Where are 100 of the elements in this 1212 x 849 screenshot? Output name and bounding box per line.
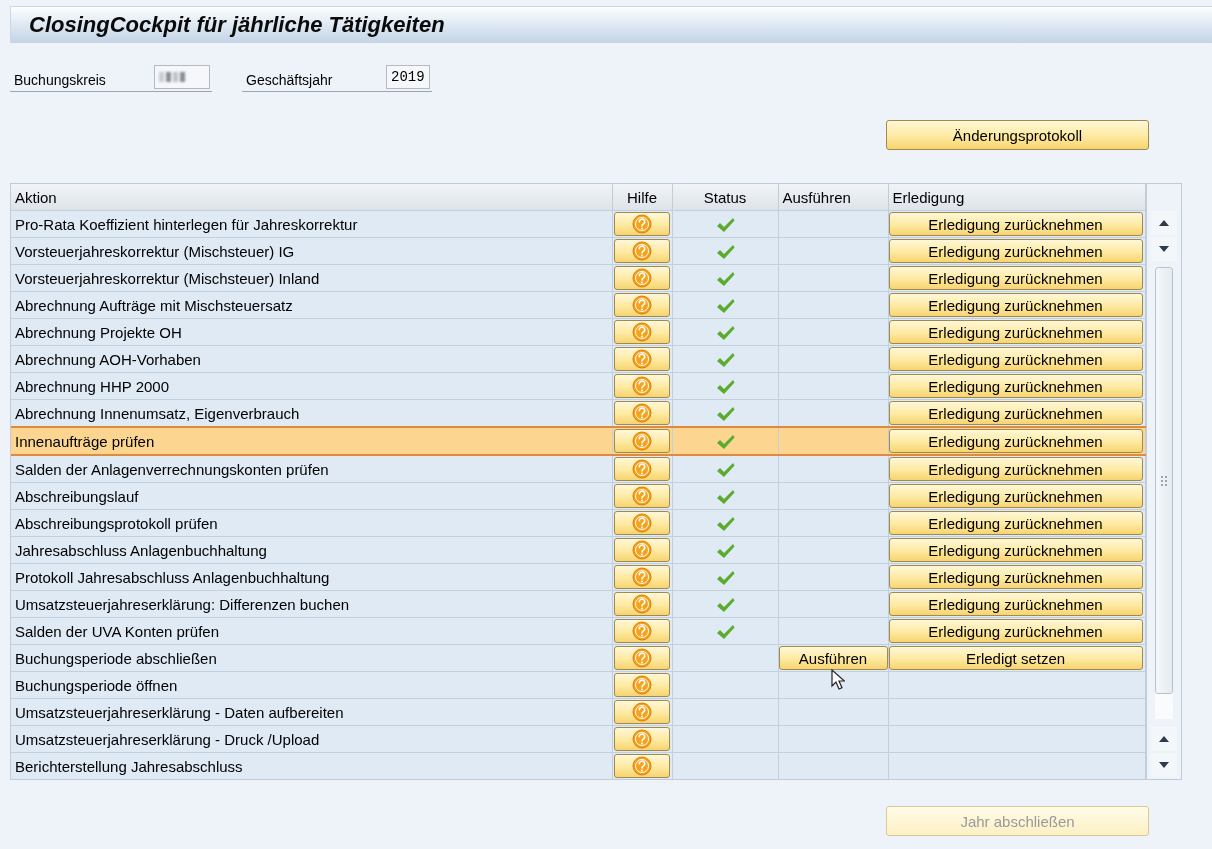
action-cell: Abrechnung Aufträge mit Mischsteuersatz xyxy=(11,291,612,319)
table-row[interactable]: Innenaufträge prüfen Erledigung zurücknehmen xyxy=(11,427,1145,455)
help-button[interactable] xyxy=(613,266,670,290)
input-field[interactable] xyxy=(154,65,210,89)
scroll-up-button[interactable] xyxy=(1150,211,1177,235)
table-row[interactable]: Vorsteuerjahreskorrektur (Mischsteuer) Inland Erledigung zurücknehmen xyxy=(11,264,1145,292)
completion-button[interactable]: Erledigung zurücknehmen xyxy=(888,212,1143,236)
help-button[interactable] xyxy=(613,293,670,317)
help-icon xyxy=(631,295,652,315)
completion-button[interactable]: Erledigung zurücknehmen xyxy=(888,293,1143,317)
field-label: Buchungskreis xyxy=(13,72,107,90)
help-icon xyxy=(631,322,652,342)
action-cell: Umsatzsteuerjahreserklärung - Daten aufbereiten xyxy=(11,698,612,726)
scrollbar-thumb[interactable] xyxy=(1154,267,1173,694)
change-log-button[interactable]: Änderungsprotokoll xyxy=(886,120,1149,150)
help-button[interactable] xyxy=(613,401,670,425)
help-icon xyxy=(631,349,652,369)
table-row[interactable]: Abrechnung AOH-Vorhaben Erledigung zurücknehmen xyxy=(11,345,1145,373)
table-row[interactable]: Salden der UVA Konten prüfen Erledigung zurücknehmen xyxy=(11,617,1145,645)
table-row[interactable]: Vorsteuerjahreskorrektur (Mischsteuer) IG Erledigung zurücknehmen xyxy=(11,237,1145,265)
blurred-value-drawing xyxy=(159,72,185,82)
help-button[interactable] xyxy=(613,347,670,371)
help-button[interactable] xyxy=(613,754,670,778)
scroll-up-button[interactable] xyxy=(1150,727,1177,751)
table-row[interactable]: Pro-Rata Koeffizient hinterlegen für Jahreskorrektur Erledigung zurücknehmen xyxy=(11,210,1145,238)
column-header: Ausführen xyxy=(778,184,888,211)
table-row[interactable]: Buchungsperiode öffnen xyxy=(11,671,1145,699)
action-cell: Innenaufträge prüfen xyxy=(11,427,612,455)
completion-button[interactable]: Erledigung zurücknehmen xyxy=(888,538,1143,562)
help-icon xyxy=(631,459,652,479)
help-button[interactable] xyxy=(613,212,670,236)
table-row[interactable]: Abrechnung Aufträge mit Mischsteuersatz Erledigung zurücknehmen xyxy=(11,291,1145,319)
completion-button[interactable]: Erledigung zurücknehmen xyxy=(888,565,1143,589)
table-row[interactable]: Abrechnung HHP 2000 Erledigung zurücknehmen xyxy=(11,372,1145,400)
table-row[interactable]: Umsatzsteuerjahreserklärung - Druck /Upload xyxy=(11,725,1145,753)
completion-button[interactable]: Erledigung zurücknehmen xyxy=(888,484,1143,508)
help-icon xyxy=(631,268,652,288)
help-button[interactable] xyxy=(613,700,670,724)
table-row[interactable]: Protokoll Jahresabschluss Anlagenbuchhaltung Erledigung zurücknehmen xyxy=(11,563,1145,591)
action-cell: Protokoll Jahresabschluss Anlagenbuchhaltung xyxy=(11,563,612,591)
help-icon xyxy=(631,540,652,560)
help-button[interactable] xyxy=(613,565,670,589)
completion-button[interactable]: Erledigung zurücknehmen xyxy=(888,429,1143,453)
help-button[interactable] xyxy=(613,646,670,670)
down-arrow-icon xyxy=(1158,762,1169,768)
help-button[interactable] xyxy=(613,538,670,562)
table-row[interactable]: Abrechnung Innenumsatz, Eigenverbrauch Erledigung zurücknehmen xyxy=(11,399,1145,427)
help-button[interactable] xyxy=(613,511,670,535)
help-button[interactable] xyxy=(613,673,670,697)
up-arrow-icon xyxy=(1158,736,1169,742)
action-cell: Abrechnung Projekte OH xyxy=(11,318,612,346)
column-header: Hilfe xyxy=(612,184,672,211)
help-button[interactable] xyxy=(613,727,670,751)
help-button[interactable] xyxy=(613,457,670,481)
table-row[interactable]: Umsatzsteuerjahreserklärung: Differenzen buchen Erledigung zurücknehmen xyxy=(11,590,1145,618)
scroll-down-button[interactable] xyxy=(1150,237,1177,261)
help-button[interactable] xyxy=(613,619,670,643)
down-arrow-icon xyxy=(1158,246,1169,252)
help-button[interactable] xyxy=(613,374,670,398)
help-icon xyxy=(631,648,652,668)
action-cell: Abschreibungslauf xyxy=(11,482,612,510)
completion-button[interactable]: Erledigung zurücknehmen xyxy=(888,592,1143,616)
help-icon xyxy=(631,621,652,641)
completion-button[interactable]: Erledigung zurücknehmen xyxy=(888,511,1143,535)
help-button[interactable] xyxy=(613,429,670,453)
completion-button[interactable]: Erledigung zurücknehmen xyxy=(888,266,1143,290)
action-cell: Abrechnung Innenumsatz, Eigenverbrauch xyxy=(11,399,612,427)
table-row[interactable]: Salden der Anlagenverrechnungskonten prüfen Erledigung zurücknehmen xyxy=(11,455,1145,483)
completion-button[interactable]: Erledigung zurücknehmen xyxy=(888,347,1143,371)
completion-button[interactable]: Erledigung zurücknehmen xyxy=(888,401,1143,425)
action-cell: Salden der UVA Konten prüfen xyxy=(11,617,612,645)
input-field[interactable]: 2019 xyxy=(386,65,430,89)
table-row[interactable]: Berichterstellung Jahresabschluss xyxy=(11,752,1145,779)
completion-button[interactable]: Erledigung zurücknehmen xyxy=(888,619,1143,643)
field-label: Geschäftsjahr xyxy=(245,72,334,90)
table-row[interactable]: Abschreibungsprotokoll prüfen Erledigung zurücknehmen xyxy=(11,509,1145,537)
help-icon xyxy=(631,403,652,423)
table-row[interactable]: Abrechnung Projekte OH Erledigung zurücknehmen xyxy=(11,318,1145,346)
help-button[interactable] xyxy=(613,592,670,616)
help-button[interactable] xyxy=(613,320,670,344)
help-icon xyxy=(631,702,652,722)
mouse-cursor-icon xyxy=(830,669,845,690)
help-button[interactable] xyxy=(613,239,670,263)
completion-button[interactable]: Erledigung zurücknehmen xyxy=(888,374,1143,398)
help-icon xyxy=(631,594,652,614)
completion-button[interactable]: Erledigung zurücknehmen xyxy=(888,239,1143,263)
action-cell: Vorsteuerjahreskorrektur (Mischsteuer) IG xyxy=(11,237,612,265)
action-cell: Umsatzsteuerjahreserklärung: Differenzen buchen xyxy=(11,590,612,618)
table-row[interactable]: Umsatzsteuerjahreserklärung - Daten aufbereiten xyxy=(11,698,1145,726)
action-cell: Abrechnung AOH-Vorhaben xyxy=(11,345,612,373)
help-button[interactable] xyxy=(613,484,670,508)
scroll-down-button[interactable] xyxy=(1150,753,1177,777)
execute-button[interactable]: Ausführen xyxy=(778,646,888,670)
help-icon xyxy=(631,675,652,695)
completion-button[interactable]: Erledigung zurücknehmen xyxy=(888,320,1143,344)
action-cell: Jahresabschluss Anlagenbuchhaltung xyxy=(11,536,612,564)
completion-button[interactable]: Erledigung zurücknehmen xyxy=(888,457,1143,481)
table-row[interactable]: Jahresabschluss Anlagenbuchhaltung Erledigung zurücknehmen xyxy=(11,536,1145,564)
table-row[interactable]: Abschreibungslauf Erledigung zurücknehmen xyxy=(11,482,1145,510)
completion-button[interactable]: Erledigt setzen xyxy=(888,646,1143,670)
